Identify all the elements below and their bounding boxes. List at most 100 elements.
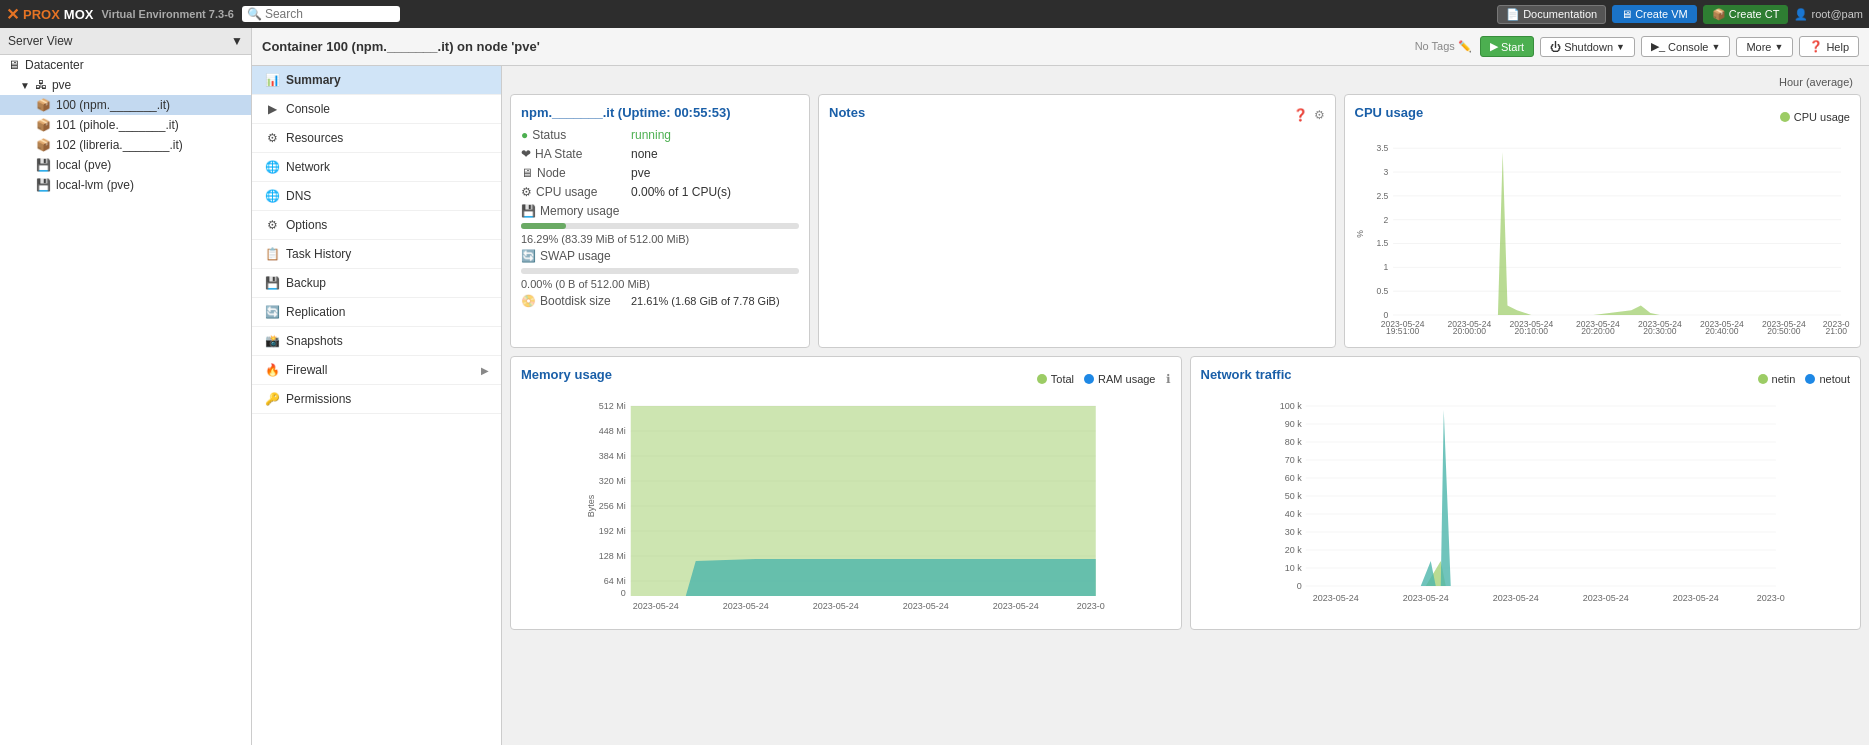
console-dropdown-icon[interactable]: ▼ [1711,42,1720,52]
svg-text:2023-05-24: 2023-05-24 [993,601,1039,611]
username-label: root@pam [1811,8,1863,20]
nav-item-firewall[interactable]: 🔥 Firewall ▶ [252,356,501,385]
console-button[interactable]: ▶_ Console ▼ [1641,36,1730,57]
memory-icon-label: 💾 Memory usage [521,204,631,218]
vm-icon: 🖥 [1621,8,1632,20]
cpu-legend-dot [1780,112,1790,122]
svg-text:2023-0: 2023-0 [1077,601,1105,611]
more-button[interactable]: More ▼ [1736,37,1793,57]
help-button[interactable]: ❓ Help [1799,36,1859,57]
memory-progress-wrap [521,223,799,229]
swap-value: 0.00% (0 B of 512.00 MiB) [521,278,799,290]
summary-card-title: npm._______.it (Uptime: 00:55:53) [521,105,799,120]
start-icon: ▶ [1490,40,1498,53]
edit-tags-icon[interactable]: ✏️ [1458,40,1472,52]
shutdown-icon: ⏻ [1550,41,1561,53]
svg-text:20:50:00: 20:50:00 [1767,326,1801,334]
sidebar-item-pve[interactable]: ▼ 🖧 pve [0,75,251,95]
node-icon-sm: 🖥 [521,166,533,180]
sidebar-item-ct101[interactable]: 📦 101 (pihole._______.it) [0,115,251,135]
shutdown-dropdown-icon[interactable]: ▼ [1616,42,1625,52]
network-chart-svg: 100 k 90 k 80 k 70 k 60 k 50 k 40 k 30 k… [1201,396,1851,616]
cpu-row: ⚙ CPU usage 0.00% of 1 CPU(s) [521,185,799,199]
svg-text:2023-05-24: 2023-05-24 [1582,593,1628,603]
memory-info-icon[interactable]: ℹ [1166,372,1171,386]
svg-text:20:40:00: 20:40:00 [1705,326,1739,334]
sidebar-item-ct100[interactable]: 📦 100 (npm._______.it) [0,95,251,115]
bootdisk-icon-label: 📀 Bootdisk size [521,294,631,308]
swap-icon-label: 🔄 SWAP usage [521,249,631,263]
svg-text:2: 2 [1383,215,1388,225]
resources-icon: ⚙ [264,131,280,145]
memory-value: 16.29% (83.39 MiB of 512.00 MiB) [521,233,799,245]
nav-item-task-history[interactable]: 📋 Task History [252,240,501,269]
notes-card: Notes ❓ ⚙ [818,94,1336,348]
svg-text:20 k: 20 k [1284,545,1302,555]
sidebar-item-datacenter[interactable]: 🖥 Datacenter [0,55,251,75]
nav-item-replication[interactable]: 🔄 Replication [252,298,501,327]
create-vm-button[interactable]: 🖥 Create VM [1612,5,1697,23]
search-input[interactable] [265,7,395,21]
memory-icon-sm: 💾 [521,204,536,218]
status-icon-label: ● Status [521,128,631,142]
summary-icon: 📊 [264,73,280,87]
status-value: running [631,128,671,142]
svg-text:2023-0: 2023-0 [1756,593,1784,603]
top-row: npm._______.it (Uptime: 00:55:53) ● Stat… [510,94,1861,348]
sidebar-item-local[interactable]: 💾 local (pve) [0,155,251,175]
nav-item-summary[interactable]: 📊 Summary [252,66,501,95]
notes-edit-icon[interactable]: ⚙ [1314,108,1325,122]
svg-text:0: 0 [1296,581,1301,591]
documentation-button[interactable]: 📄 Documentation [1497,5,1606,24]
shutdown-button[interactable]: ⏻ Shutdown ▼ [1540,37,1635,57]
status-indicator-icon: ● [521,128,528,142]
svg-text:2023-05-24: 2023-05-24 [813,601,859,611]
ha-icon-label: ❤ HA State [521,147,631,161]
nav-item-permissions[interactable]: 🔑 Permissions [252,385,501,414]
notes-help-icon[interactable]: ❓ [1293,108,1308,122]
nav-item-resources[interactable]: ⚙ Resources [252,124,501,153]
notes-icons: ❓ ⚙ [1293,108,1325,122]
datacenter-label: Datacenter [25,58,84,72]
nav-item-network[interactable]: 🌐 Network [252,153,501,182]
svg-text:30 k: 30 k [1284,527,1302,537]
nav-item-dns[interactable]: 🌐 DNS [252,182,501,211]
ha-row: ❤ HA State none [521,147,799,161]
nav-item-snapshots[interactable]: 📸 Snapshots [252,327,501,356]
cpu-chart-header: CPU usage CPU usage [1355,105,1851,128]
svg-text:128 Mi: 128 Mi [599,551,626,561]
search-wrap[interactable]: 🔍 [242,6,400,22]
topbar: ✕ PROXMOX Virtual Environment 7.3-6 🔍 📄 … [0,0,1869,28]
content-area: Container 100 (npm._______.it) on node '… [252,28,1869,745]
svg-text:448 Mi: 448 Mi [599,426,626,436]
right-actions: 📄 Documentation 🖥 Create VM 📦 Create CT … [1497,5,1863,24]
svg-text:21:00: 21:00 [1825,326,1847,334]
ct102-label: 102 (libreria._______.it) [56,138,183,152]
node-row: 🖥 Node pve [521,166,799,180]
cpu-value: 0.00% of 1 CPU(s) [631,185,731,199]
svg-text:0.5: 0.5 [1376,286,1388,296]
nav-item-options[interactable]: ⚙ Options [252,211,501,240]
swap-icon-sm: 🔄 [521,249,536,263]
user-icon: 👤 [1794,8,1808,21]
network-legend-netout: netout [1805,373,1850,385]
nav-item-backup[interactable]: 💾 Backup [252,269,501,298]
start-button[interactable]: ▶ Start [1480,36,1534,57]
sidebar-item-ct102[interactable]: 📦 102 (libreria._______.it) [0,135,251,155]
svg-text:0: 0 [1383,310,1388,320]
sidebar-item-local-lvm[interactable]: 💾 local-lvm (pve) [0,175,251,195]
console-nav-icon: ▶ [264,102,280,116]
nav-item-console[interactable]: ▶ Console [252,95,501,124]
task-history-icon: 📋 [264,247,280,261]
cpu-chart-card: CPU usage CPU usage [1344,94,1862,348]
svg-text:256 Mi: 256 Mi [599,501,626,511]
sidebar: Server View ▼ 🖥 Datacenter ▼ 🖧 pve 📦 100… [0,28,252,745]
local-lvm-label: local-lvm (pve) [56,178,134,192]
memory-ram-label: RAM usage [1098,373,1155,385]
svg-text:Bytes: Bytes [586,494,596,517]
create-ct-button[interactable]: 📦 Create CT [1703,5,1789,24]
local-label: local (pve) [56,158,111,172]
node-icon-label: 🖥 Node [521,166,631,180]
network-chart-header: Network traffic netin netout [1201,367,1851,390]
server-view-arrow[interactable]: ▼ [231,34,243,48]
